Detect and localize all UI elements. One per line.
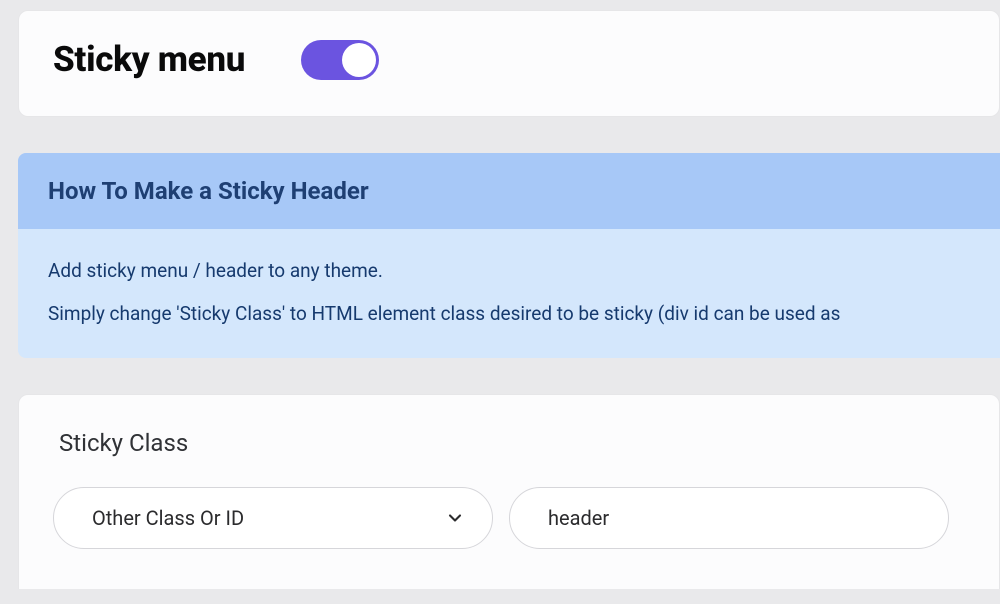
- sticky-class-select-wrap: Other Class Or ID: [53, 487, 493, 549]
- sticky-class-field-row: Other Class Or ID: [53, 487, 965, 549]
- sticky-menu-toggle[interactable]: [301, 40, 379, 80]
- info-line-1: Add sticky menu / header to any theme.: [48, 257, 970, 286]
- sticky-class-select[interactable]: Other Class Or ID: [53, 487, 493, 549]
- toggle-knob: [342, 43, 376, 77]
- page-title: Sticky menu: [53, 39, 245, 80]
- info-box: How To Make a Sticky Header Add sticky m…: [18, 153, 1000, 358]
- sticky-class-label: Sticky Class: [59, 429, 965, 457]
- sticky-menu-header-panel: Sticky menu: [18, 10, 1000, 117]
- info-title: How To Make a Sticky Header: [48, 177, 970, 205]
- sticky-class-form-panel: Sticky Class Other Class Or ID: [18, 394, 1000, 589]
- sticky-class-input[interactable]: [509, 487, 949, 549]
- info-body: Add sticky menu / header to any theme. S…: [18, 229, 1000, 358]
- info-header: How To Make a Sticky Header: [18, 153, 1000, 229]
- info-line-2: Simply change 'Sticky Class' to HTML ele…: [48, 300, 970, 329]
